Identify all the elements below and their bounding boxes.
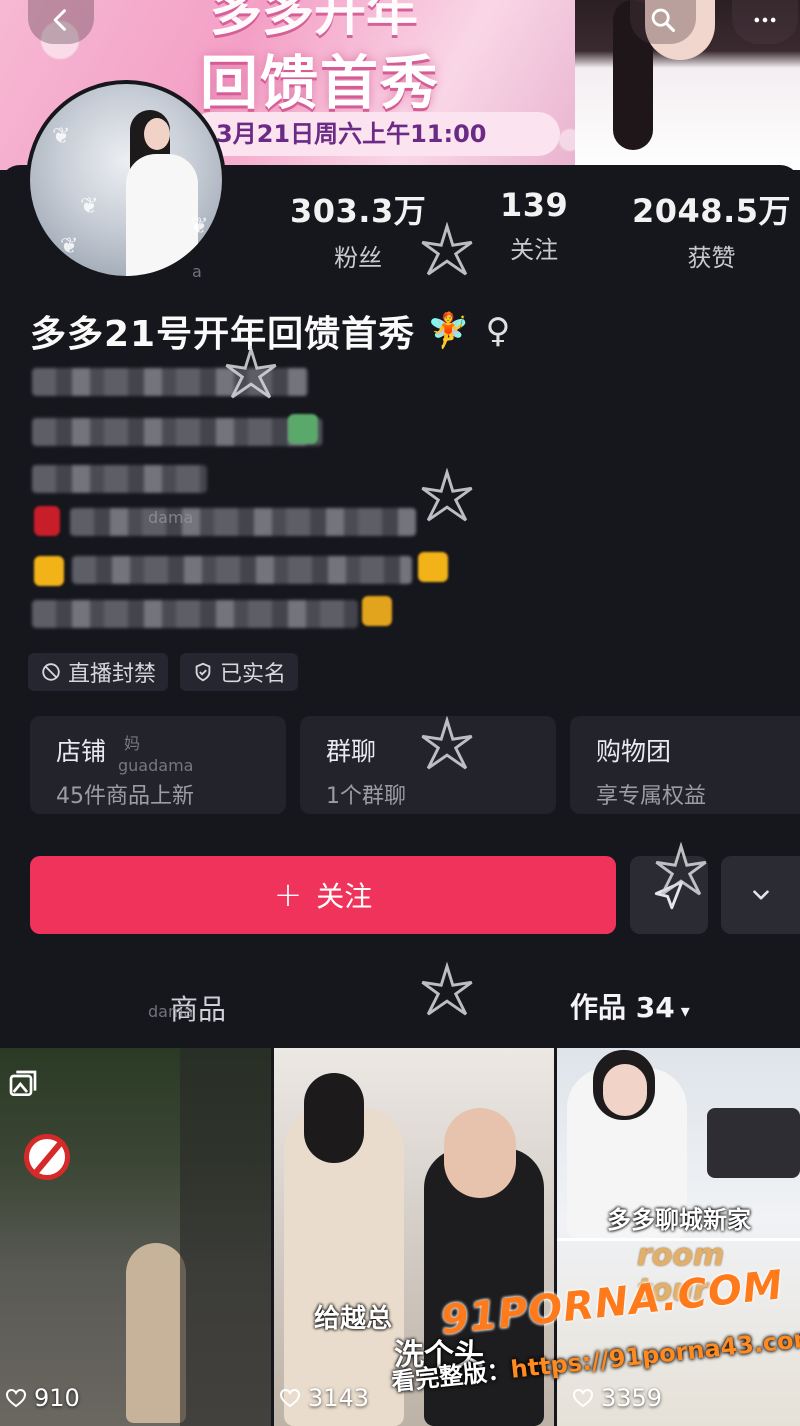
emoji-icon [288, 414, 318, 444]
faint-mark: 妈 [124, 734, 141, 753]
sparkle-icon [225, 345, 277, 399]
video-tile[interactable]: 910 [0, 1048, 271, 1426]
account-tags: 直播封禁 已实名 [28, 653, 299, 691]
bio-line-blurred [72, 556, 412, 584]
faint-mark: dama [148, 1002, 194, 1021]
building-column [180, 1048, 271, 1426]
banner-title: 回馈首秀 [200, 49, 441, 117]
butterfly-icon: ❦ [52, 124, 71, 149]
like-count: 3143 [278, 1384, 369, 1412]
following-count: 139 [500, 186, 569, 224]
like-count-value: 3359 [601, 1384, 663, 1412]
chevron-down-icon [752, 890, 769, 900]
faint-mark: guadama [118, 756, 194, 775]
likes-label: 获赞 [687, 244, 736, 272]
follow-label: 关注 [316, 880, 373, 913]
heart-icon [279, 1388, 301, 1408]
search-button[interactable] [630, 0, 696, 44]
stat-likes[interactable]: 2048.5万 获赞 [632, 186, 791, 273]
like-count: 3359 [571, 1384, 662, 1412]
bio-line-blurred [70, 508, 416, 536]
sofa-shape [707, 1108, 800, 1178]
banner-date: 3月21日周六上午11:00 [190, 112, 560, 156]
tag-live-banned: 直播封禁 [28, 653, 169, 691]
female-icon: ♀ [485, 311, 511, 351]
sparkle-icon [421, 962, 473, 1016]
follow-button[interactable]: + 关注 [30, 856, 616, 934]
butterfly-icon: ❦ [60, 234, 79, 259]
fairy-icon: 🧚 [427, 311, 470, 351]
heart-icon [572, 1388, 594, 1408]
bio-line-blurred [32, 465, 207, 493]
person-figure [126, 1243, 186, 1423]
avatar[interactable]: ❦ ❦ ❦ ❦ [26, 80, 226, 280]
ban-icon [42, 663, 60, 681]
bio-line-blurred [32, 600, 358, 628]
faint-mark: a [192, 262, 202, 281]
faint-mark: dama [148, 508, 194, 527]
ellipsis-icon [754, 17, 776, 23]
card-shopping-group[interactable]: 购物团 享专属权益 [570, 716, 800, 814]
heart-icon [5, 1388, 27, 1408]
bio-line-blurred [32, 418, 322, 446]
face-shape [444, 1108, 516, 1198]
shield-check-icon [195, 662, 211, 682]
more-button[interactable] [732, 0, 798, 44]
tile-caption: 给越总 [314, 1304, 393, 1334]
gallery-icon [9, 1070, 37, 1096]
chevron-left-icon [53, 9, 66, 31]
card-group-chat-subtitle: 1个群聊 [326, 784, 406, 809]
search-icon [651, 8, 676, 33]
followers-count: 303.3万 [290, 192, 427, 230]
no-right-turn-sign [24, 1134, 70, 1180]
like-count-value: 910 [34, 1384, 80, 1412]
stat-following[interactable]: 139 关注 [500, 186, 568, 265]
plus-icon: + [273, 875, 303, 915]
tag-verified-label: 已实名 [220, 662, 287, 687]
alert-emoji-icon [34, 506, 60, 536]
butterfly-icon: ❦ [80, 194, 99, 219]
face-shape [603, 1064, 647, 1116]
card-shopping-group-subtitle: 享专属权益 [596, 784, 707, 809]
card-shop-subtitle: 45件商品上新 [56, 784, 194, 809]
like-count: 910 [4, 1384, 80, 1412]
likes-count: 2048.5万 [632, 192, 791, 230]
hair-shape [304, 1073, 364, 1163]
sparkle-icon [655, 842, 707, 896]
tag-live-banned-label: 直播封禁 [68, 662, 157, 687]
tile-caption: 多多聊城新家 [607, 1206, 751, 1234]
followers-label: 粉丝 [334, 244, 383, 272]
like-count-value: 3143 [308, 1384, 370, 1412]
tab-works-label: 作品 34 [570, 991, 675, 1024]
content-tabs: 商品 作品 34 ▾ [0, 982, 800, 1032]
butterfly-icon: ❦ [190, 214, 209, 239]
emoji-icon [418, 552, 448, 582]
sparkle-icon [421, 222, 473, 276]
tab-works[interactable]: 作品 34 ▾ [570, 986, 690, 1026]
card-shopping-group-title: 购物团 [596, 737, 672, 766]
tag-verified: 已实名 [180, 653, 299, 691]
stat-followers[interactable]: 303.3万 粉丝 [290, 186, 426, 273]
emoji-icon [362, 596, 392, 626]
caret-down-icon: ▾ [680, 1001, 690, 1022]
more-actions-button[interactable] [721, 856, 800, 934]
thumbs-up-emoji-icon [34, 556, 64, 586]
following-label: 关注 [510, 236, 559, 264]
sparkle-icon [421, 716, 473, 770]
sparkle-icon [421, 468, 473, 522]
back-button[interactable] [28, 0, 94, 44]
